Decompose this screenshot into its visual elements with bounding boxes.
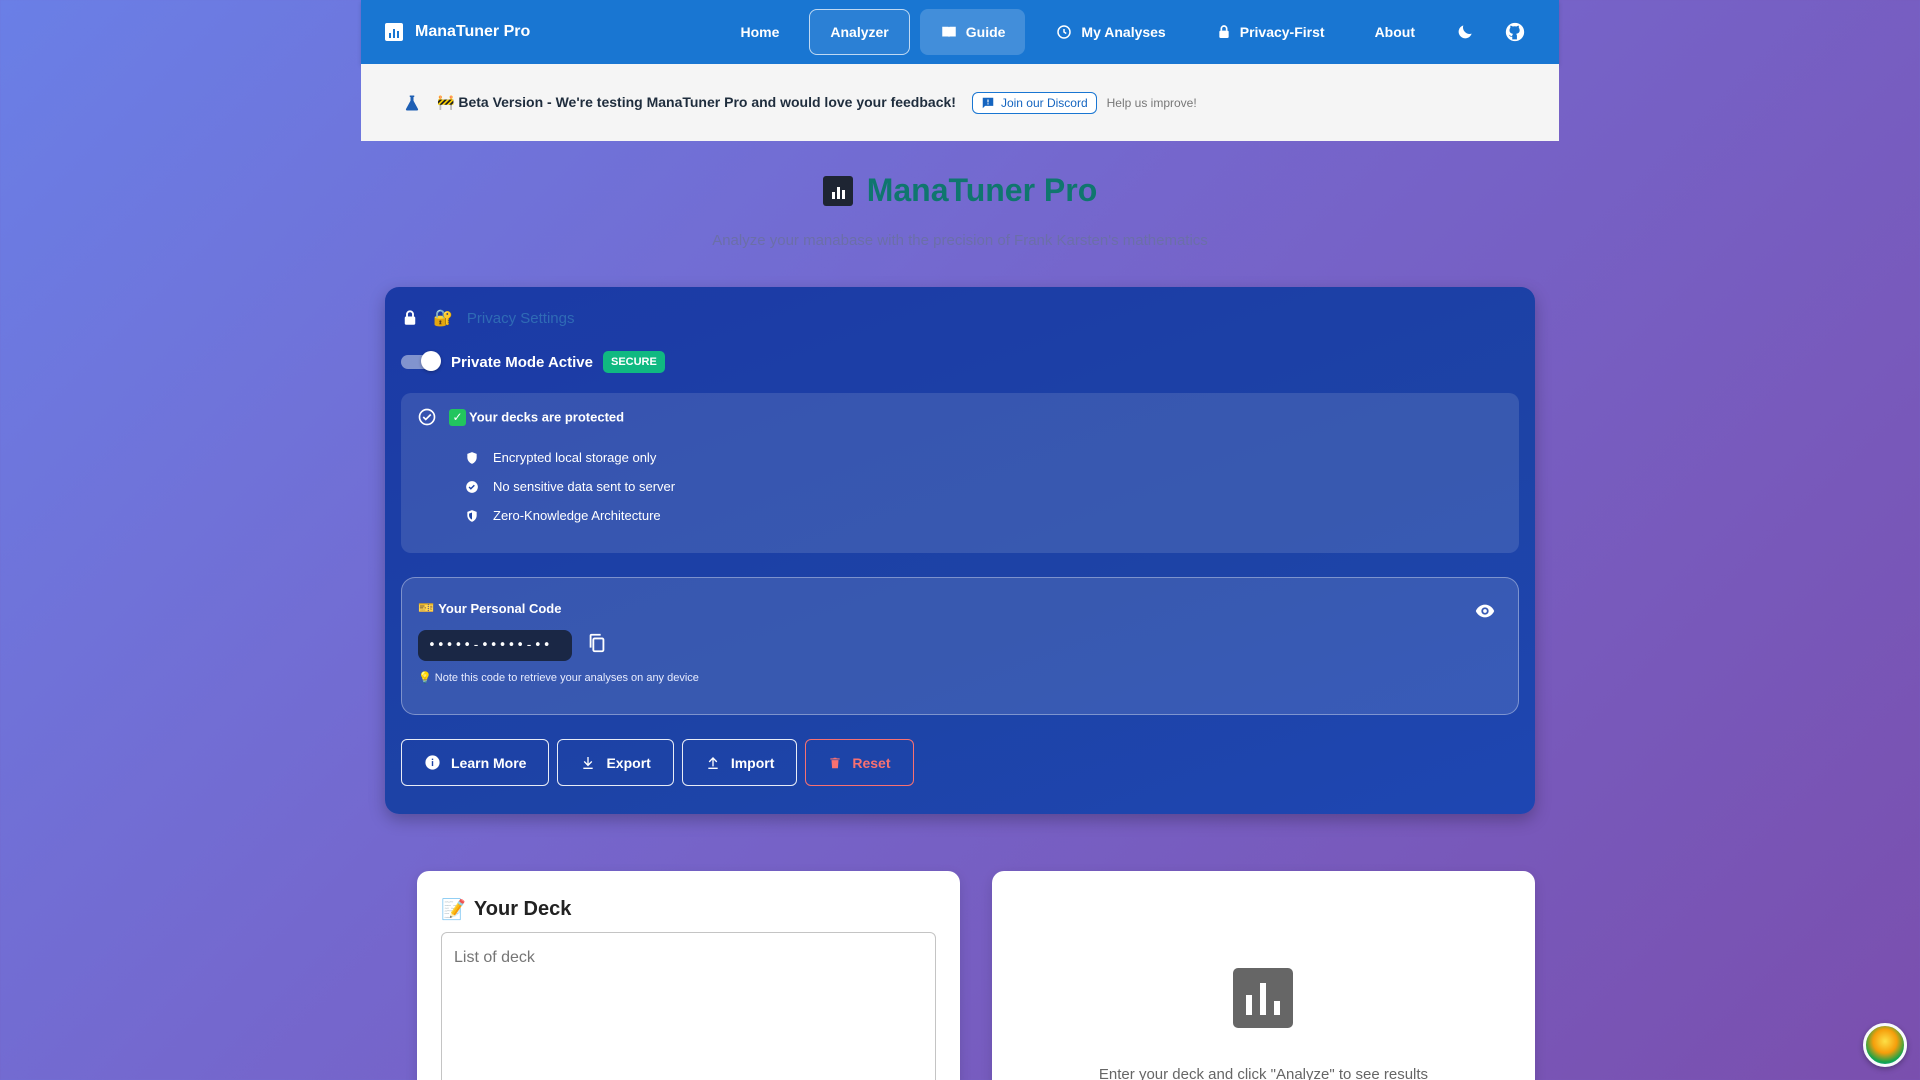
brand-name: ManaTuner Pro: [415, 23, 531, 40]
list-item: Encrypted local storage only: [465, 443, 1503, 472]
brand[interactable]: ManaTuner Pro: [385, 23, 530, 41]
results-empty-text: Enter your deck and click "Analyze" to s…: [1098, 1066, 1429, 1080]
feedback-icon: [982, 97, 994, 108]
privacy-panel: 🔐 Privacy Settings Private Mode Active S…: [385, 287, 1535, 814]
feature-label: Zero-Knowledge Architecture: [493, 508, 661, 523]
lock-icon: [1219, 25, 1229, 38]
info-icon: [425, 755, 440, 770]
dark-mode-toggle[interactable]: [1445, 12, 1485, 52]
page-title: ManaTuner Pro: [361, 172, 1559, 209]
shield-icon: [467, 451, 477, 464]
protection-info-box: ✓ Your decks are protected Encrypted loca…: [401, 393, 1519, 553]
nav-about[interactable]: About: [1355, 9, 1435, 55]
beta-help-text: Help us improve!: [1106, 95, 1197, 110]
trash-icon: [830, 757, 841, 768]
personal-code-box: 🎫 Your Personal Code •••••-•••••-•• 💡 No…: [401, 577, 1519, 715]
privacy-settings-title: Privacy Settings: [466, 309, 575, 327]
join-discord-button[interactable]: Join our Discord: [971, 91, 1097, 114]
personal-code-hint-text: Note this code to retrieve your analyses…: [434, 672, 699, 684]
lock-icon: [404, 310, 416, 325]
privacy-actions: Learn More Export Import Reset: [401, 739, 1519, 786]
memo-emoji-icon: 📝: [441, 899, 466, 921]
feature-label: Encrypted local storage only: [493, 450, 657, 465]
beta-message: 🚧 Beta Version - We're testing ManaTuner…: [437, 94, 956, 111]
personal-code-row: •••••-•••••-••: [418, 630, 1502, 661]
book-icon: [942, 26, 956, 38]
upload-icon: [708, 756, 718, 769]
lightbulb-emoji-icon: 💡: [418, 672, 432, 684]
nav-privacy-first-label: Privacy-First: [1239, 24, 1325, 40]
deck-title-text: Your Deck: [473, 898, 572, 920]
page-subtitle: Analyze your manabase with the precision…: [712, 232, 1208, 249]
nav-about-label: About: [1374, 24, 1415, 40]
top-navbar: ManaTuner Pro Home Analyzer Guide My Ana…: [361, 0, 1559, 64]
chart-logo-icon: [385, 23, 403, 41]
history-icon: [1057, 25, 1072, 39]
floating-avatar-button[interactable]: [1863, 1023, 1907, 1067]
protection-list: Encrypted local storage only No sensitiv…: [465, 443, 1503, 530]
private-mode-toggle[interactable]: [401, 351, 441, 371]
personal-code-header: 🎫 Your Personal Code: [418, 600, 1502, 616]
nav-guide-label: Guide: [965, 24, 1006, 40]
copy-icon: [589, 633, 605, 653]
private-mode-label: Private Mode Active: [451, 353, 593, 371]
nav-my-analyses-label: My Analyses: [1081, 24, 1166, 40]
security-shield-icon: [467, 509, 477, 522]
deck-list-input[interactable]: [441, 932, 936, 1080]
feature-label: No sensitive data sent to server: [493, 479, 676, 494]
list-item: Zero-Knowledge Architecture: [465, 501, 1503, 530]
github-icon: [1505, 22, 1525, 42]
copy-button[interactable]: [586, 632, 608, 659]
deck-card: 📝 Your Deck: [417, 871, 960, 1080]
personal-code-hint: 💡 Note this code to retrieve your analys…: [418, 671, 1502, 684]
export-label: Export: [606, 754, 651, 771]
deck-card-title: 📝 Your Deck: [441, 897, 936, 922]
download-icon: [583, 756, 594, 769]
nav-privacy-first[interactable]: Privacy-First: [1196, 9, 1345, 55]
list-item: No sensitive data sent to server: [465, 472, 1503, 501]
reset-button[interactable]: Reset: [805, 739, 914, 786]
reset-label: Reset: [852, 754, 891, 771]
beta-banner: 🚧 Beta Version - We're testing ManaTuner…: [361, 64, 1559, 141]
private-mode-row: Private Mode Active SECURE: [401, 351, 1519, 373]
eye-icon: [1475, 604, 1495, 618]
import-button[interactable]: Import: [681, 739, 798, 786]
nav-analyzer[interactable]: Analyzer: [809, 9, 910, 55]
id-card-emoji-icon: 🎫: [418, 600, 435, 615]
nav-home[interactable]: Home: [720, 9, 799, 55]
check-circle-icon: [418, 408, 436, 426]
protection-header: ✓ Your decks are protected: [417, 407, 1503, 427]
secure-badge: SECURE: [603, 351, 665, 373]
verified-icon: [466, 480, 478, 493]
check-emoji-icon: ✓: [449, 408, 466, 426]
app-container: ManaTuner Pro Home Analyzer Guide My Ana…: [361, 0, 1559, 1080]
construction-emoji-icon: 🚧: [437, 94, 455, 110]
flask-icon: [405, 95, 419, 110]
personal-code-title: Your Personal Code: [438, 600, 562, 616]
learn-more-label: Learn More: [451, 754, 527, 771]
bar-chart-icon: [1233, 968, 1293, 1028]
chart-title-icon: [822, 175, 853, 206]
personal-code-value: •••••-•••••-••: [418, 630, 572, 661]
nav-items: Home Analyzer Guide My Analyses Privacy-…: [720, 9, 1535, 55]
import-label: Import: [730, 754, 775, 771]
learn-more-button[interactable]: Learn More: [401, 739, 550, 786]
privacy-panel-header: 🔐 Privacy Settings: [401, 303, 1519, 333]
nav-guide[interactable]: Guide: [919, 9, 1026, 55]
nav-home-label: Home: [740, 24, 780, 40]
join-discord-label: Join our Discord: [1000, 95, 1088, 110]
nav-my-analyses[interactable]: My Analyses: [1035, 9, 1185, 55]
nav-analyzer-label: Analyzer: [830, 24, 889, 40]
export-button[interactable]: Export: [557, 739, 674, 786]
show-code-button[interactable]: [1474, 600, 1496, 627]
github-link[interactable]: [1495, 12, 1535, 52]
lock-key-emoji-icon: 🔐: [433, 310, 453, 327]
results-card: Enter your deck and click "Analyze" to s…: [992, 871, 1535, 1080]
beta-message-text: - We're testing ManaTuner Pro and would …: [543, 94, 956, 110]
page-title-text: ManaTuner Pro: [866, 172, 1098, 208]
beta-label: Beta Version: [458, 94, 544, 110]
protection-title: Your decks are protected: [469, 409, 625, 424]
moon-icon: [1458, 25, 1472, 39]
